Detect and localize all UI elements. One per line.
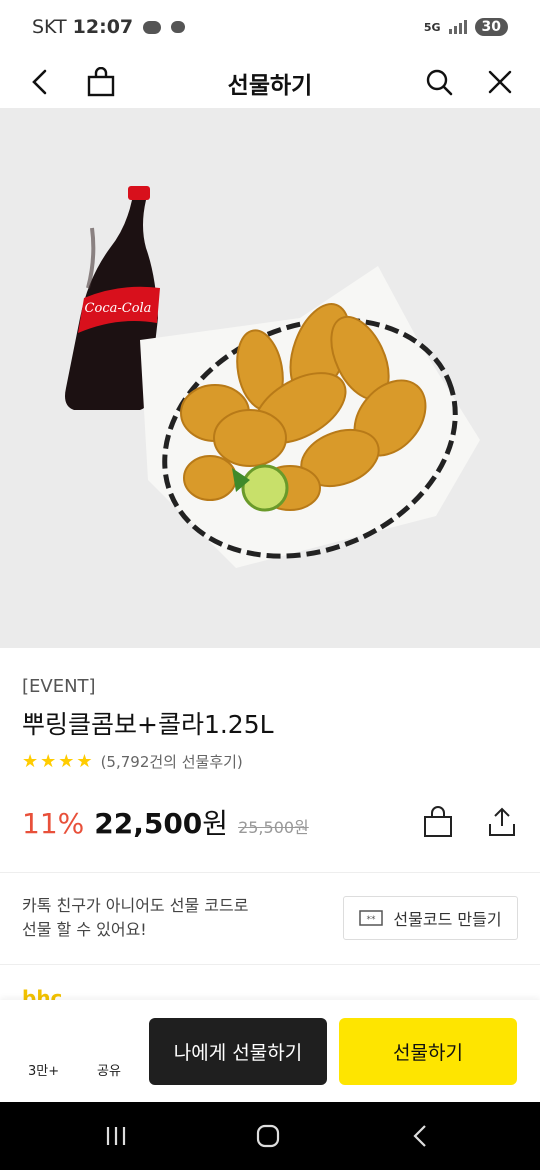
top-bar: 선물하기 (0, 58, 540, 108)
wish-count: 3만+ (28, 1064, 60, 1079)
divider (0, 964, 540, 965)
home-button[interactable] (248, 1120, 288, 1152)
chicken-and-cola-illustration: Coca-Cola (65, 186, 480, 568)
clock: 12:07 (72, 16, 134, 38)
discount-rate: 11% (22, 807, 85, 840)
home-icon (256, 1124, 280, 1148)
star-icon: ★ (76, 751, 93, 772)
gift-to-self-button[interactable]: 나에게 선물하기 (149, 1018, 327, 1085)
status-right: 5G 30 (424, 18, 508, 36)
close-button[interactable] (478, 60, 522, 104)
promo-line-2: 선물 할 수 있어요! (22, 920, 147, 939)
original-price: 25,500원 (238, 818, 309, 837)
back-icon (413, 1125, 426, 1147)
share-label: 공유 (97, 1064, 121, 1079)
star-icon: ★ (22, 751, 39, 772)
share-button[interactable]: 공유 (97, 1060, 121, 1079)
create-gift-code-label: 선물코드 만들기 (393, 910, 502, 929)
product-image: Coca-Cola (0, 108, 540, 648)
search-button[interactable] (417, 60, 461, 104)
gift-code-promo: 카톡 친구가 아니어도 선물 코드로 선물 할 수 있어요! (22, 894, 248, 942)
add-to-cart-button[interactable] (418, 802, 458, 842)
recent-apps-button[interactable] (96, 1120, 136, 1152)
product-name: 뿌링클콤보+콜라1.25L (22, 710, 274, 739)
gift-label: 선물하기 (393, 1042, 463, 1064)
price-unit: 원 (202, 807, 229, 840)
signal-icon (448, 20, 467, 34)
system-back-button[interactable] (400, 1120, 440, 1152)
star-icon: ★ (58, 751, 75, 772)
gift-button[interactable]: 선물하기 (339, 1018, 517, 1085)
search-icon (426, 69, 453, 96)
shopping-bag-icon (424, 806, 452, 837)
share-icon-button[interactable] (482, 802, 522, 842)
promo-line-1: 카톡 친구가 아니어도 선물 코드로 (22, 896, 249, 915)
rating-row[interactable]: ★ ★ ★ ★ (5,792건의 선물후기) (22, 751, 518, 772)
share-icon (489, 807, 515, 836)
wish-button[interactable]: 3만+ (28, 1060, 59, 1079)
event-tag: [EVENT] (22, 676, 96, 697)
product-info: [EVENT] 뿌링클콤보+콜라1.25L ★ ★ ★ ★ (5,792건의 선… (22, 676, 518, 772)
sale-price: 22,500원 (94, 802, 228, 842)
network-type: 5G (423, 20, 441, 34)
status-bar: SKT 12:07 5G 30 (0, 0, 540, 58)
review-count: (5,792건의 선물후기) (100, 753, 243, 771)
system-navigation-bar (0, 1102, 540, 1170)
carrier: SKT (32, 16, 67, 38)
svg-text:Coca-Cola: Coca-Cola (85, 301, 152, 316)
battery-indicator: 30 (474, 18, 508, 36)
divider (0, 872, 540, 873)
gift-to-self-label: 나에게 선물하기 (173, 1042, 303, 1064)
kakaotalk-notification-icon (143, 20, 162, 34)
ticket-icon: ** (359, 910, 384, 926)
create-gift-code-button[interactable]: ** 선물코드 만들기 (343, 896, 518, 940)
svg-text:**: ** (367, 915, 377, 925)
close-icon (488, 70, 512, 94)
star-icon: ★ (40, 751, 57, 772)
recent-apps-icon (106, 1127, 126, 1145)
price-row: 11% 22,500원 25,500원 (22, 802, 309, 842)
sale-price-value: 22,500 (94, 807, 203, 840)
message-notification-icon (171, 21, 186, 33)
status-left: SKT 12:07 (32, 16, 186, 38)
